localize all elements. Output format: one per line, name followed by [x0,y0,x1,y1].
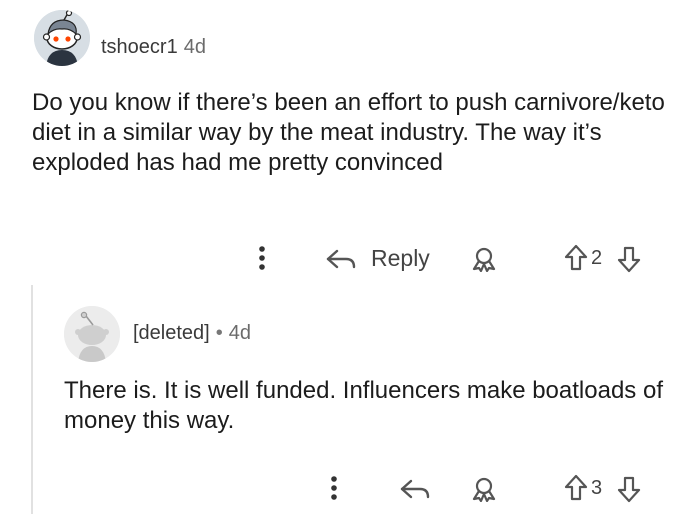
comment-age[interactable]: 4d [184,36,206,58]
more-vertical-icon[interactable] [328,474,340,502]
avatar[interactable] [64,306,120,362]
reply-button[interactable]: Reply [324,242,434,276]
comment-author-line: tshoecr1 4d [101,36,206,59]
username[interactable]: [deleted] [133,322,210,344]
separator-dot: • [215,322,223,344]
downvote-arrow-icon[interactable] [616,244,642,274]
comment-age[interactable]: 4d [229,322,251,344]
reply-label: Reply [371,245,430,271]
reply-arrow-icon[interactable] [398,475,432,503]
downvote-arrow-icon[interactable] [616,474,642,504]
comment-author-line: [deleted] • 4d [133,322,251,345]
more-vertical-icon[interactable] [256,244,268,272]
comment-actions: 3 [0,468,700,508]
comment-body: There is. It is well funded. Influencers… [64,377,663,434]
upvote-arrow-icon[interactable] [563,473,589,503]
snoo-avatar-icon [34,10,90,66]
reply-arrow-icon [326,249,356,269]
award-icon[interactable] [470,476,498,502]
comment-body: Do you know if there’s been an effort to… [32,89,665,176]
comment-actions: Reply 2 [0,238,700,278]
deleted-user-avatar-icon [64,306,120,362]
upvote-arrow-icon[interactable] [563,243,589,273]
vote-count: 2 [591,247,603,269]
username[interactable]: tshoecr1 [101,36,178,58]
vote-count: 3 [591,477,603,499]
award-icon[interactable] [470,246,498,272]
avatar[interactable] [34,10,90,66]
